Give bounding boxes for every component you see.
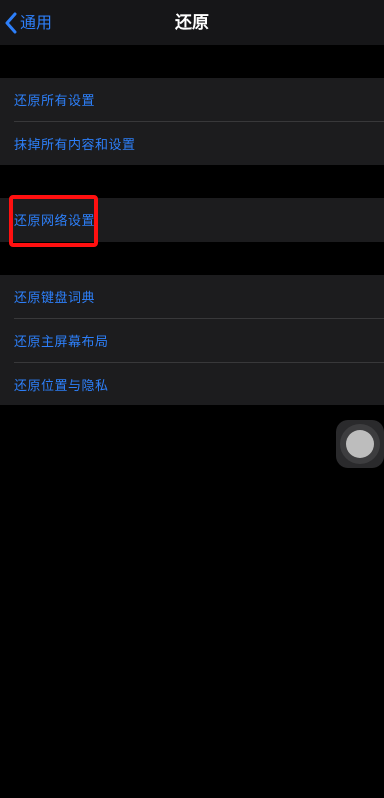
navigation-bar: 通用 还原 — [0, 0, 384, 45]
reset-keyboard-dictionary-cell[interactable]: 还原键盘词典 — [0, 275, 384, 318]
cell-label: 还原位置与隐私 — [14, 379, 109, 394]
cell-label: 还原主屏幕布局 — [14, 335, 109, 350]
assistive-touch-icon — [346, 430, 374, 458]
reset-all-group: 还原所有设置 抹掉所有内容和设置 — [0, 78, 384, 165]
highlight-annotation — [9, 195, 98, 247]
assistive-touch-button[interactable] — [336, 420, 384, 468]
cell-label: 抹掉所有内容和设置 — [14, 138, 136, 153]
cell-label: 还原所有设置 — [14, 94, 96, 109]
page-title: 还原 — [175, 13, 209, 33]
cell-label: 还原键盘词典 — [14, 291, 96, 306]
reset-home-screen-layout-cell[interactable]: 还原主屏幕布局 — [0, 319, 384, 362]
other-reset-group: 还原键盘词典 还原主屏幕布局 还原位置与隐私 — [0, 275, 384, 405]
erase-all-content-cell[interactable]: 抹掉所有内容和设置 — [0, 122, 384, 165]
reset-location-privacy-cell[interactable]: 还原位置与隐私 — [0, 363, 384, 406]
reset-all-settings-cell[interactable]: 还原所有设置 — [0, 78, 384, 121]
